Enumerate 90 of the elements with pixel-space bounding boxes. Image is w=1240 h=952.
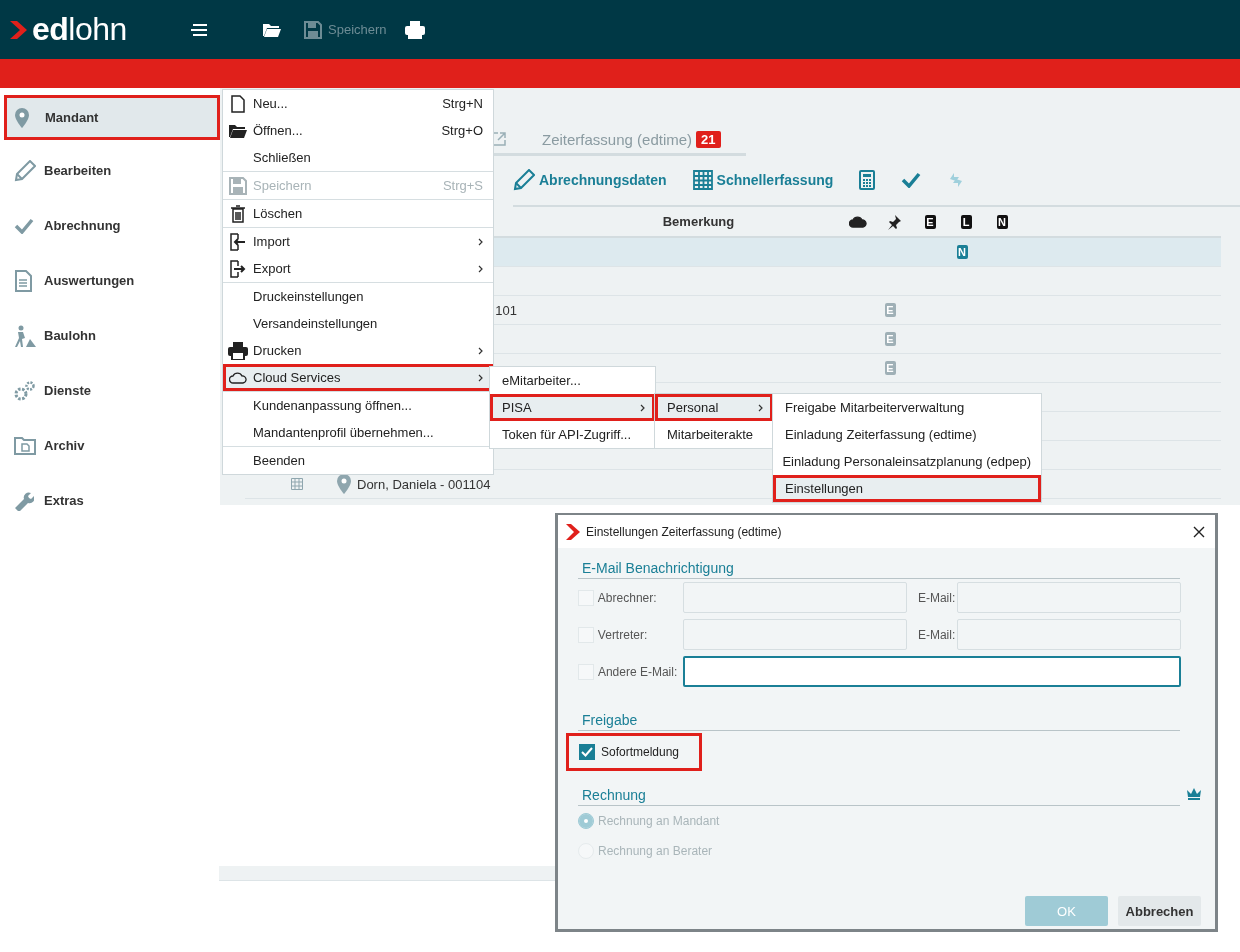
- toolbar-button[interactable]: Schnellerfassung: [692, 170, 834, 190]
- shortcut-label: Strg+S: [442, 178, 483, 193]
- import-icon: [230, 232, 246, 251]
- thumbtack-icon: [886, 213, 902, 230]
- wrench-icon: [14, 490, 34, 511]
- chevron-right-icon: [478, 237, 483, 246]
- column-header: Bemerkung: [661, 214, 736, 229]
- chevron-right-icon: [640, 403, 645, 412]
- menu-item[interactable]: Cloud Services: [223, 364, 493, 391]
- sidebar-item[interactable]: Baulohn: [0, 308, 220, 363]
- chevron-right-icon: [478, 346, 483, 355]
- field-label: Vertreter:: [597, 627, 649, 642]
- chevron-right-icon: [758, 403, 763, 412]
- pencil-icon: [513, 169, 535, 191]
- pencil-icon: [14, 159, 36, 182]
- sidebar-item[interactable]: Mandant: [4, 95, 220, 140]
- table-cell: Dorn, Daniela - 001104: [357, 476, 491, 492]
- chevron-right-icon: [478, 264, 483, 273]
- section-title: E-Mail Benachrichtigung: [578, 558, 1180, 579]
- letter-badge: E: [884, 332, 896, 346]
- cloud-icon: [229, 371, 247, 384]
- trash-icon: [231, 204, 245, 223]
- name-field[interactable]: [683, 582, 907, 613]
- document-icon: [14, 269, 32, 292]
- grid-icon: [692, 170, 713, 190]
- close-icon[interactable]: [1193, 525, 1205, 538]
- cancel-button[interactable]: Abbrechen: [1118, 896, 1201, 926]
- menu-icon[interactable]: [190, 22, 208, 37]
- menu-item[interactable]: Einstellungen: [773, 475, 1041, 502]
- menu-item[interactable]: Schließen: [223, 144, 493, 171]
- menu-item[interactable]: Kundenanpassung öffnen...: [223, 392, 493, 419]
- calculator-icon[interactable]: [859, 170, 876, 190]
- field-label: E-Mail:: [916, 590, 957, 605]
- cloud-icon: [849, 215, 867, 228]
- checkbox[interactable]: [579, 744, 595, 760]
- archive-folder-icon: [14, 436, 36, 455]
- email-field[interactable]: [683, 656, 1181, 687]
- save-icon: [229, 176, 247, 195]
- field-label: Abrechner:: [597, 590, 658, 605]
- field-label: Andere E-Mail:: [597, 664, 679, 679]
- grid-icon: [291, 478, 303, 490]
- printer-icon: [228, 341, 248, 360]
- map-pin-icon: [15, 107, 29, 128]
- shortcut-label: Strg+N: [442, 96, 483, 111]
- count-badge: 21: [696, 130, 721, 148]
- gears-icon: [14, 380, 36, 401]
- letter-badge: E: [924, 214, 936, 229]
- folder-icon[interactable]: [262, 21, 282, 38]
- toolbar-button[interactable]: Abrechnungsdaten: [513, 169, 667, 191]
- menu-item[interactable]: Freigabe Mitarbeiterverwaltung: [773, 394, 1041, 421]
- sidebar-item[interactable]: Extras: [0, 473, 220, 528]
- export-icon: [230, 259, 246, 278]
- sidebar-item[interactable]: Archiv: [0, 418, 220, 473]
- save-icon: [304, 20, 322, 39]
- sidebar-item[interactable]: Bearbeiten: [0, 143, 220, 198]
- letter-badge: L: [960, 214, 972, 229]
- tab[interactable]: Zeiterfassung (edtime) 21: [542, 130, 721, 148]
- menu-item[interactable]: Mitarbeiterakte: [655, 421, 773, 448]
- name-field[interactable]: [683, 619, 907, 650]
- section-title: Rechnung: [582, 787, 646, 803]
- table-cell: 101: [495, 302, 517, 318]
- letter-badge: N: [996, 214, 1008, 229]
- checkbox-option[interactable]: Sofortmeldung: [566, 733, 703, 771]
- menu-item[interactable]: Einladung Zeiterfassung (edtime): [773, 421, 1041, 448]
- folder-icon: [228, 122, 248, 139]
- chevron-right-icon: [478, 373, 483, 382]
- edlohn-logo: edlohn: [10, 11, 170, 48]
- field-label: E-Mail:: [916, 627, 957, 642]
- menu-item[interactable]: Personal: [655, 394, 773, 421]
- sidebar-item[interactable]: Dienste: [0, 363, 220, 418]
- menu-item[interactable]: Neu... Strg+N: [223, 90, 493, 117]
- worker-icon: [14, 324, 36, 347]
- shortcut-label: Strg+O: [441, 123, 483, 138]
- sidebar-item[interactable]: Auswertungen: [0, 253, 220, 308]
- menu-item[interactable]: Löschen: [223, 200, 493, 227]
- menu-item[interactable]: PISA: [490, 394, 655, 421]
- letter-badge: N: [956, 245, 968, 259]
- menu-item[interactable]: Mandantenprofil übernehmen...: [223, 419, 493, 446]
- letter-badge: E: [884, 303, 896, 317]
- sidebar-item[interactable]: Abrechnung: [0, 198, 220, 253]
- printer-icon[interactable]: [404, 20, 425, 39]
- menu-item[interactable]: Öffnen... Strg+O: [223, 117, 493, 144]
- checkmark-icon: [14, 217, 34, 234]
- edlohn-logo-icon: [566, 523, 580, 540]
- dialog-title: Einstellungen Zeiterfassung (edtime): [586, 524, 782, 539]
- menu-item[interactable]: Token für API-Zugriff...: [490, 421, 655, 448]
- letter-badge: E: [884, 361, 896, 375]
- document-icon: [231, 94, 245, 113]
- section-title: Freigabe: [578, 710, 1180, 731]
- checkmark-icon[interactable]: [901, 172, 922, 188]
